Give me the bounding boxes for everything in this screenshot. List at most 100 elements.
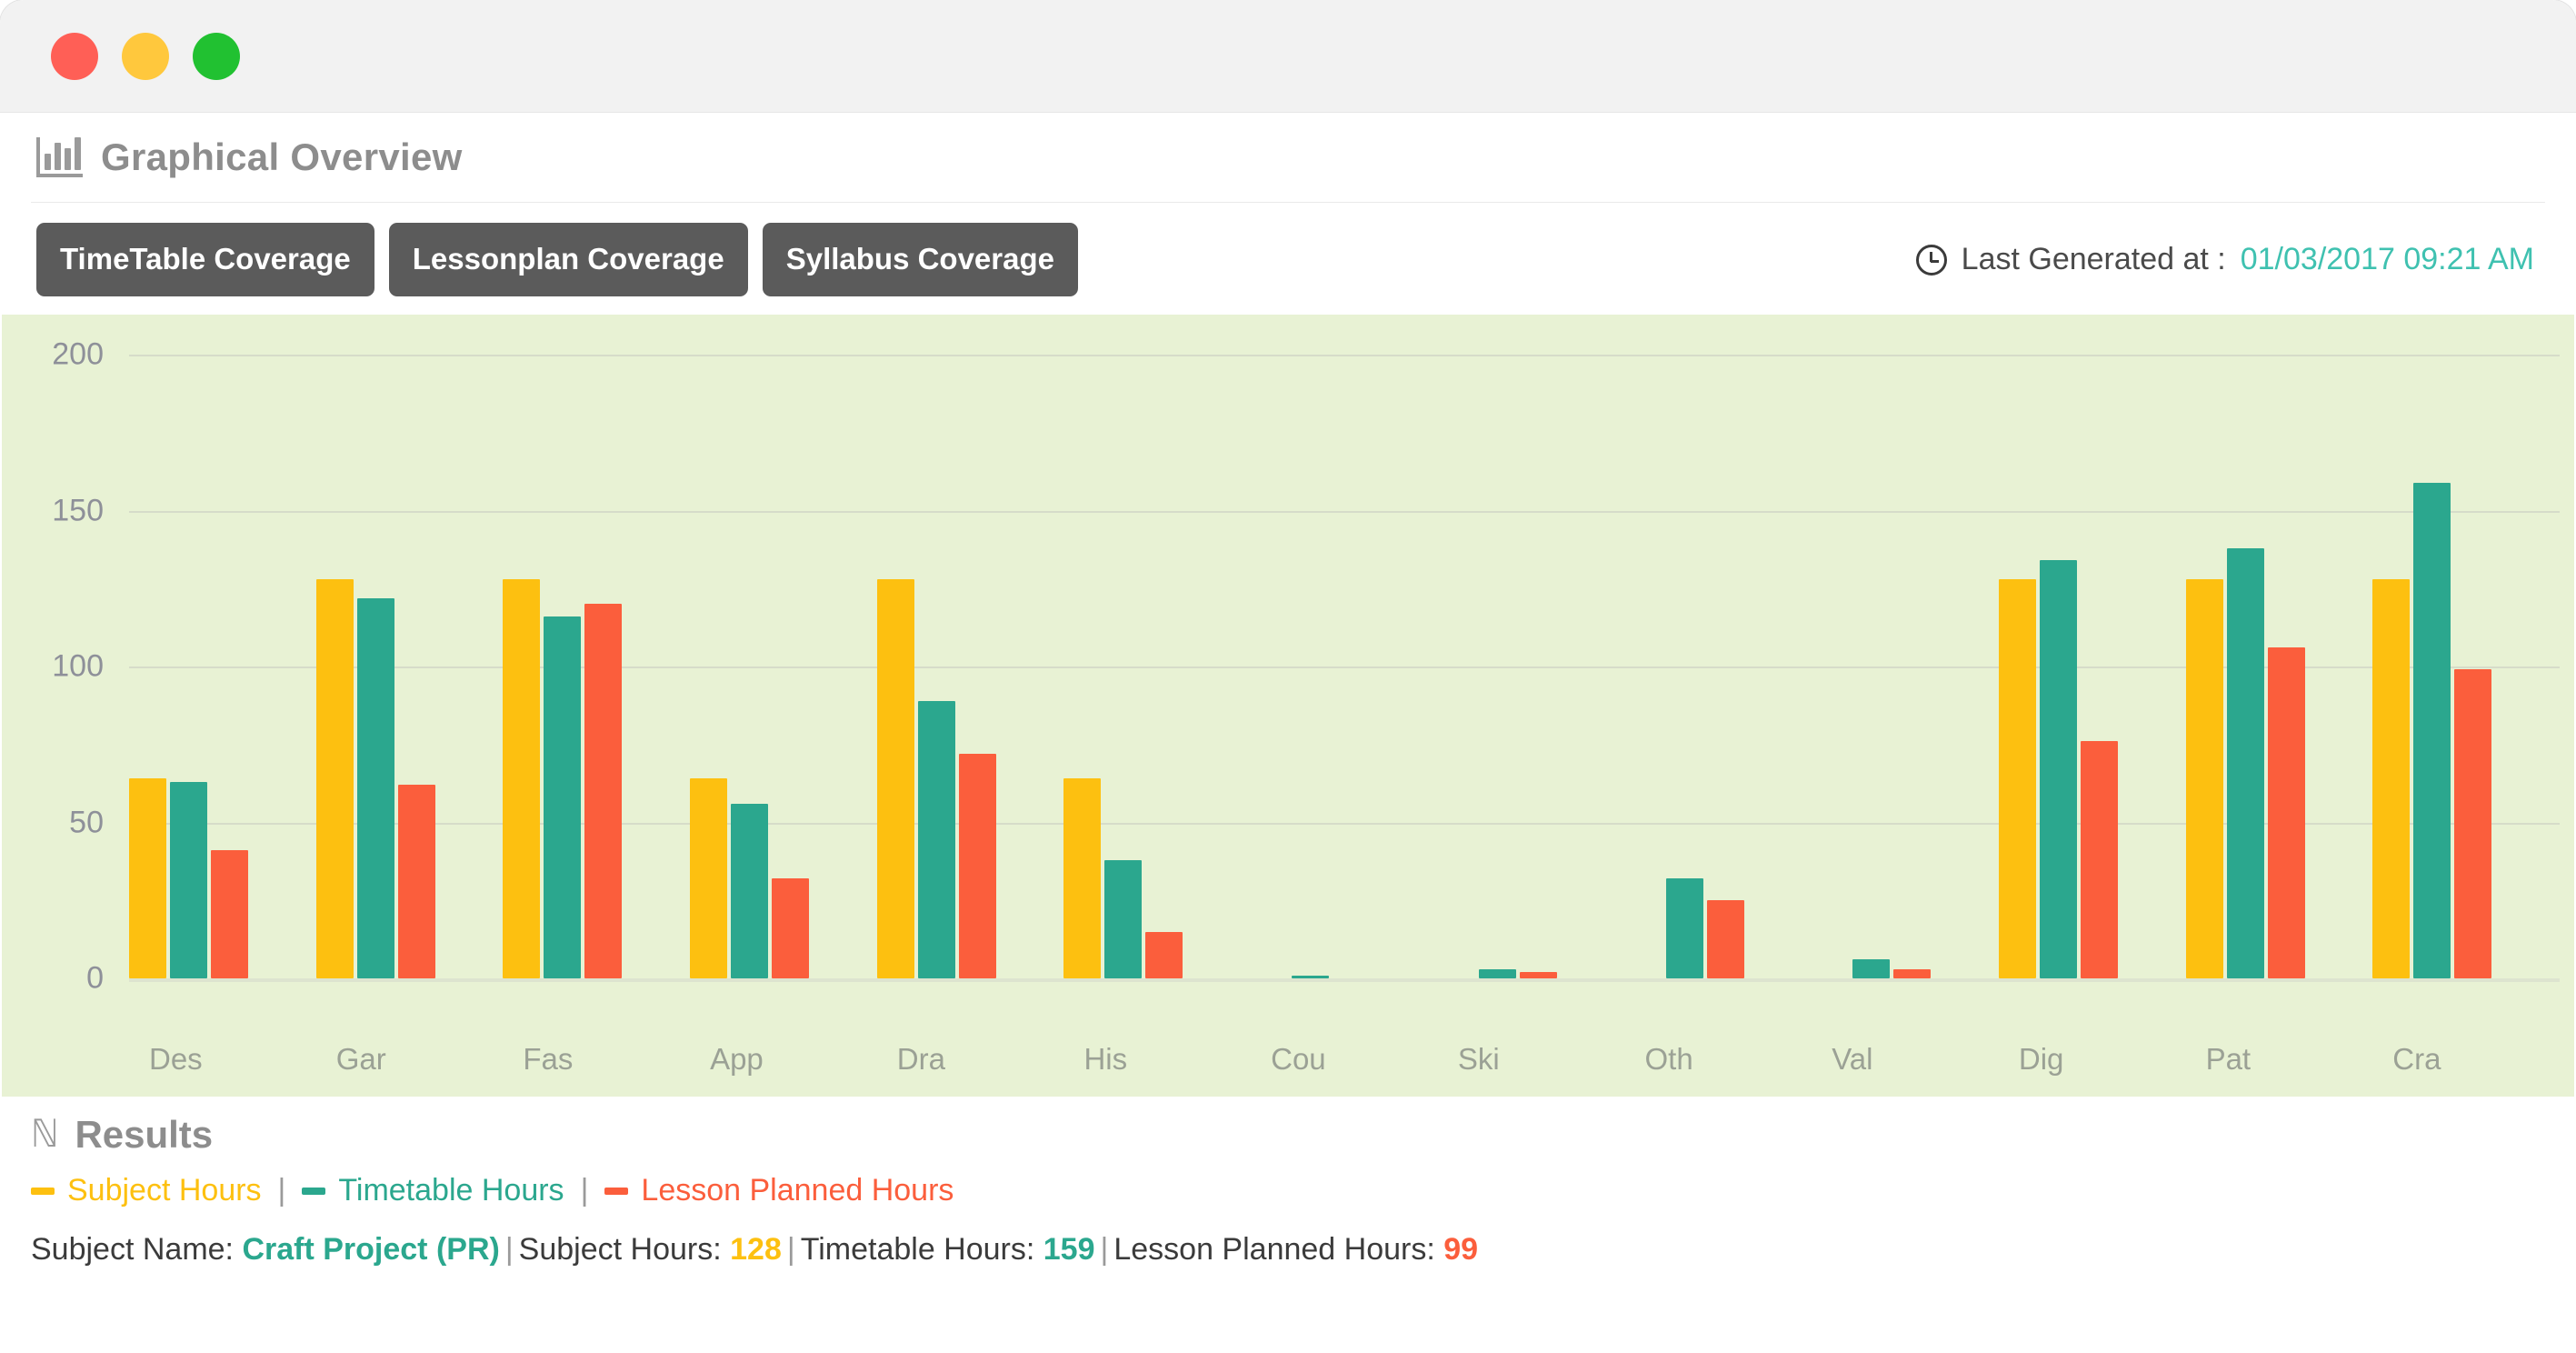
chart-bar-group[interactable] bbox=[1998, 315, 2186, 978]
results-header: ℕ Results bbox=[31, 1113, 2545, 1164]
last-generated: Last Generated at : 01/03/2017 09:21 AM bbox=[1915, 242, 2540, 277]
legend-separator-2: | bbox=[580, 1173, 589, 1208]
chart-bar[interactable] bbox=[876, 578, 914, 978]
close-window-button[interactable] bbox=[51, 32, 98, 80]
chart-bar[interactable] bbox=[1145, 931, 1183, 978]
summary-subject-hours-label: Subject Hours: bbox=[518, 1232, 722, 1267]
chart-bar[interactable] bbox=[170, 781, 207, 978]
chart-bar-group[interactable] bbox=[1063, 315, 1251, 978]
summary-separator-2: | bbox=[786, 1232, 795, 1267]
chart-bar[interactable] bbox=[772, 878, 810, 978]
legend-item-lesson-planned-hours: Lesson Planned Hours bbox=[604, 1173, 954, 1208]
clock-icon bbox=[1915, 244, 1947, 276]
chart-bar[interactable] bbox=[211, 850, 248, 978]
chart-bar-group[interactable] bbox=[2372, 315, 2560, 978]
chart-legend: Subject Hours | Timetable Hours | Lesson… bbox=[31, 1164, 2545, 1214]
chart-bar[interactable] bbox=[1893, 968, 1932, 978]
chart-bar[interactable] bbox=[1998, 578, 2036, 978]
chart-bar[interactable] bbox=[544, 616, 582, 978]
legend-label-subject-hours: Subject Hours bbox=[67, 1173, 262, 1208]
chart-y-tick-label: 50 bbox=[69, 805, 104, 839]
chart-x-tick-label: Dra bbox=[896, 1042, 945, 1076]
chart-bar[interactable] bbox=[1852, 959, 1891, 978]
chart-bar[interactable] bbox=[584, 604, 623, 978]
chart-bar-group[interactable] bbox=[1251, 315, 1438, 978]
results-icon: ℕ bbox=[31, 1113, 59, 1157]
chart-bar[interactable] bbox=[129, 778, 166, 978]
chart-bar[interactable] bbox=[1104, 859, 1143, 978]
last-generated-value: 01/03/2017 09:21 AM bbox=[2240, 242, 2534, 276]
chart-bar[interactable] bbox=[1706, 900, 1744, 978]
chart-bar[interactable] bbox=[917, 700, 955, 978]
chart-bar-group[interactable] bbox=[876, 315, 1064, 978]
chart-bar[interactable] bbox=[1478, 968, 1516, 978]
chart-x-tick-label: Cou bbox=[1271, 1042, 1326, 1076]
chart-x-tick-label: His bbox=[1083, 1042, 1128, 1076]
chart-bar[interactable] bbox=[2267, 647, 2305, 978]
chart-bar[interactable] bbox=[958, 754, 996, 978]
chart-bar[interactable] bbox=[315, 578, 354, 978]
chart-bar-group[interactable] bbox=[503, 315, 690, 978]
chart-bar[interactable] bbox=[397, 785, 435, 978]
chart-bar[interactable] bbox=[2454, 669, 2492, 978]
chart-bar-group[interactable] bbox=[690, 315, 877, 978]
chart-bar[interactable] bbox=[1292, 975, 1330, 978]
legend-label-lesson-planned-hours: Lesson Planned Hours bbox=[641, 1173, 954, 1208]
maximize-window-button[interactable] bbox=[193, 32, 240, 80]
chart-bar[interactable] bbox=[2039, 560, 2077, 978]
chart-x-tick-label: Pat bbox=[2205, 1042, 2252, 1076]
chart-bar-group[interactable] bbox=[1625, 315, 1812, 978]
legend-swatch-subject-hours bbox=[31, 1187, 55, 1195]
chart-bar-group[interactable] bbox=[129, 315, 316, 978]
tab-timetable-coverage[interactable]: TimeTable Coverage bbox=[36, 223, 374, 296]
chart-bar[interactable] bbox=[2372, 578, 2411, 978]
coverage-bar-chart[interactable]: 0 50 100 150 200 Des Gar Fas App Dra His Cou Ski Oth… bbox=[2, 315, 2574, 1097]
chart-bar[interactable] bbox=[356, 597, 394, 978]
results-summary: Subject Name: Craft Project (PR) | Subject… bbox=[31, 1214, 2545, 1268]
summary-subject-name-label: Subject Name: bbox=[31, 1232, 234, 1267]
chart-bar[interactable] bbox=[2413, 482, 2451, 978]
coverage-tab-bar: TimeTable Coverage Lessonplan Coverage S… bbox=[0, 203, 2576, 315]
bar-chart-icon bbox=[36, 137, 83, 177]
chart-x-tick-label: App bbox=[710, 1042, 764, 1076]
chart-x-tick-label: Oth bbox=[1644, 1042, 1693, 1076]
legend-swatch-timetable-hours bbox=[302, 1187, 326, 1195]
legend-label-timetable-hours: Timetable Hours bbox=[338, 1173, 564, 1208]
chart-x-tick-label: Gar bbox=[335, 1042, 386, 1076]
panel-header: Graphical Overview bbox=[0, 113, 2576, 202]
chart-bar[interactable] bbox=[503, 578, 541, 978]
chart-bar[interactable] bbox=[690, 778, 728, 978]
chart-y-tick-label: 0 bbox=[86, 960, 104, 996]
chart-bar-group[interactable] bbox=[2185, 315, 2373, 978]
chart-bar[interactable] bbox=[1665, 878, 1703, 978]
chart-bar-group[interactable] bbox=[1812, 315, 1999, 978]
chart-bar-group[interactable] bbox=[315, 315, 504, 978]
chart-y-tick-label: 200 bbox=[52, 336, 104, 372]
chart-x-tick-label: Fas bbox=[523, 1042, 574, 1076]
chart-bar[interactable] bbox=[1519, 972, 1557, 978]
chart-bar[interactable] bbox=[2226, 547, 2264, 978]
chart-x-tick-label: Val bbox=[1832, 1042, 1873, 1076]
results-title: Results bbox=[75, 1113, 214, 1156]
legend-separator-1: | bbox=[277, 1173, 286, 1208]
tab-lessonplan-coverage[interactable]: Lessonplan Coverage bbox=[388, 223, 748, 296]
page-title: Graphical Overview bbox=[101, 135, 463, 178]
chart-x-axis-labels: Des Gar Fas App Dra His Cou Ski Oth Val Dig Pat Cra bbox=[129, 1042, 2560, 1077]
summary-subject-hours-value: 128 bbox=[730, 1232, 782, 1267]
legend-swatch-lesson-planned-hours bbox=[604, 1187, 629, 1195]
chart-x-tick-label: Ski bbox=[1457, 1042, 1500, 1076]
chart-bar[interactable] bbox=[2185, 578, 2223, 978]
minimize-window-button[interactable] bbox=[122, 32, 169, 80]
summary-timetable-hours-value: 159 bbox=[1043, 1232, 1095, 1267]
chart-bar[interactable] bbox=[731, 803, 769, 978]
chart-x-tick-label: Des bbox=[149, 1042, 203, 1076]
chart-bar-groups bbox=[129, 315, 2560, 978]
window-titlebar bbox=[0, 0, 2576, 113]
tab-syllabus-coverage[interactable]: Syllabus Coverage bbox=[762, 223, 1078, 296]
chart-y-tick-label: 100 bbox=[52, 648, 104, 684]
summary-timetable-hours-label: Timetable Hours: bbox=[800, 1232, 1035, 1267]
chart-bar[interactable] bbox=[2080, 741, 2118, 978]
summary-separator-1: | bbox=[504, 1232, 514, 1267]
chart-bar[interactable] bbox=[1063, 778, 1102, 978]
chart-bar-group[interactable] bbox=[1438, 315, 1625, 978]
